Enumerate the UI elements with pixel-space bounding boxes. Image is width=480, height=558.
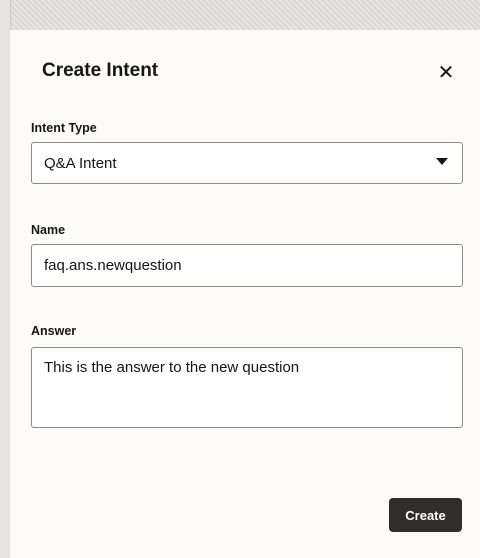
create-intent-dialog: Create Intent ✕ Intent Type Q&A Intent N…	[10, 30, 480, 558]
name-value: faq.ans.newquestion	[44, 257, 182, 274]
intent-type-value: Q&A Intent	[44, 154, 117, 172]
answer-value: This is the answer to the new question	[44, 359, 300, 376]
name-input[interactable]: faq.ans.newquestion	[31, 244, 463, 287]
dialog-title: Create Intent	[42, 60, 159, 81]
intent-type-label: Intent Type	[31, 121, 97, 135]
create-button[interactable]: Create	[389, 498, 462, 532]
name-label: Name	[31, 223, 66, 237]
background-header-strip	[0, 0, 480, 30]
chevron-down-icon	[436, 158, 448, 165]
answer-textarea[interactable]: This is the answer to the new question	[31, 347, 463, 428]
close-icon[interactable]: ✕	[434, 60, 458, 84]
answer-label: Answer	[31, 324, 77, 338]
intent-type-select[interactable]: Q&A Intent	[31, 142, 463, 184]
